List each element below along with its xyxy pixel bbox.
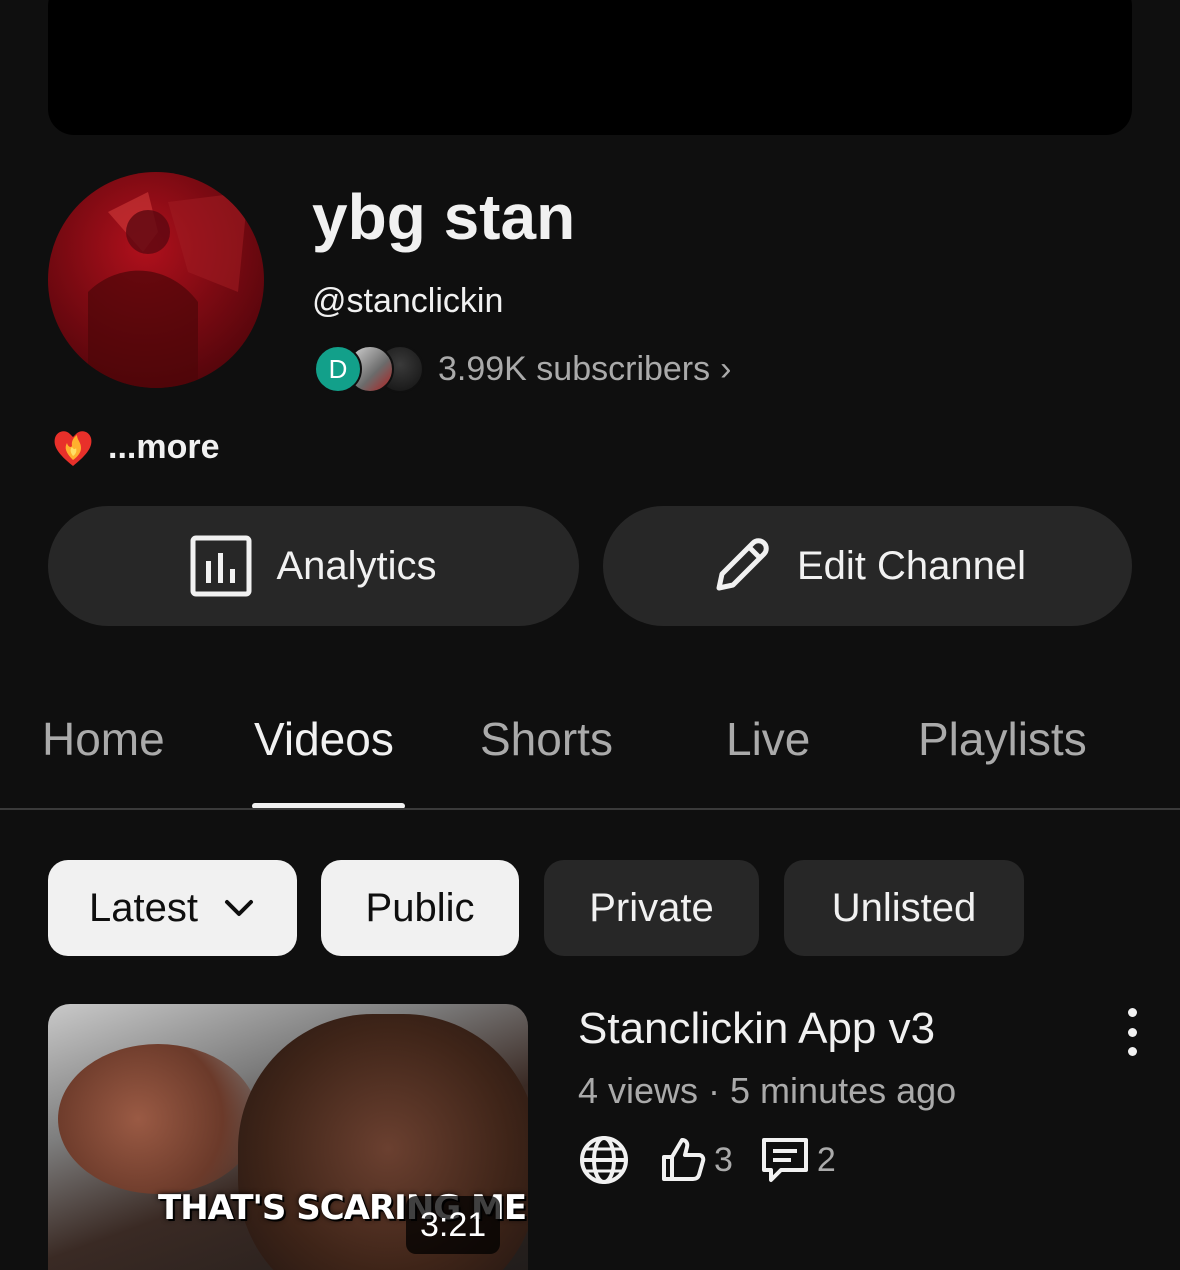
- chevron-right-icon: ›: [720, 349, 732, 388]
- channel-banner[interactable]: [48, 0, 1132, 135]
- video-stats: 3 2: [578, 1132, 862, 1188]
- analytics-icon: [190, 535, 252, 597]
- filter-chip-unlisted[interactable]: Unlisted: [784, 860, 1024, 956]
- tab-home[interactable]: Home: [42, 712, 165, 766]
- avatar-photo: [88, 192, 248, 388]
- subscriber-count: 3.99K subscribers: [438, 349, 711, 388]
- sort-dropdown[interactable]: Latest: [48, 860, 297, 956]
- channel-name: ybg stan: [312, 181, 576, 253]
- comment-count: 2: [816, 1140, 836, 1179]
- tab-videos[interactable]: Videos: [254, 712, 394, 766]
- channel-handle: @stanclickin: [312, 282, 504, 320]
- subscriber-avatars: D: [314, 344, 424, 394]
- tab-shorts[interactable]: Shorts: [480, 712, 613, 766]
- channel-description[interactable]: ...more: [50, 424, 219, 470]
- analytics-label: Analytics: [276, 543, 437, 588]
- globe-icon: [580, 1136, 628, 1184]
- like-count: 3: [714, 1140, 733, 1179]
- subscribers-row[interactable]: D 3.99K subscribers ›: [314, 344, 731, 394]
- tabs-divider: [0, 808, 1180, 810]
- video-duration: 3:21: [406, 1196, 501, 1254]
- edit-channel-button[interactable]: Edit Channel: [603, 506, 1132, 626]
- channel-page: ybg stan @stanclickin D 3.99K subscriber…: [0, 0, 1180, 1270]
- subscriber-avatar: D: [314, 345, 362, 393]
- video-title[interactable]: Stanclickin App v3: [578, 1004, 935, 1054]
- chevron-down-icon: [224, 900, 253, 916]
- pencil-icon: [716, 538, 769, 591]
- channel-tabs: Home Videos Shorts Live Playlists: [0, 690, 1180, 810]
- filter-chip-public[interactable]: Public: [321, 860, 519, 956]
- thumbnail-image-detail: [58, 1044, 258, 1194]
- video-meta: 4 views · 5 minutes ago: [578, 1070, 957, 1111]
- sort-label: Latest: [89, 885, 198, 930]
- tab-playlists[interactable]: Playlists: [918, 712, 1087, 766]
- filter-chip-private[interactable]: Private: [544, 860, 759, 956]
- comment-icon: [761, 1138, 808, 1182]
- video-thumbnail[interactable]: THAT'S SCARING ME 3:21: [48, 1004, 528, 1270]
- more-options-icon[interactable]: [1112, 1008, 1152, 1056]
- channel-avatar[interactable]: [48, 172, 264, 388]
- edit-channel-label: Edit Channel: [796, 543, 1027, 588]
- description-more-link[interactable]: ...more: [108, 428, 219, 467]
- thumbs-up-icon: [662, 1138, 706, 1181]
- analytics-button[interactable]: Analytics: [48, 506, 579, 626]
- tab-live[interactable]: Live: [726, 712, 810, 766]
- heart-on-fire-icon: [54, 431, 92, 466]
